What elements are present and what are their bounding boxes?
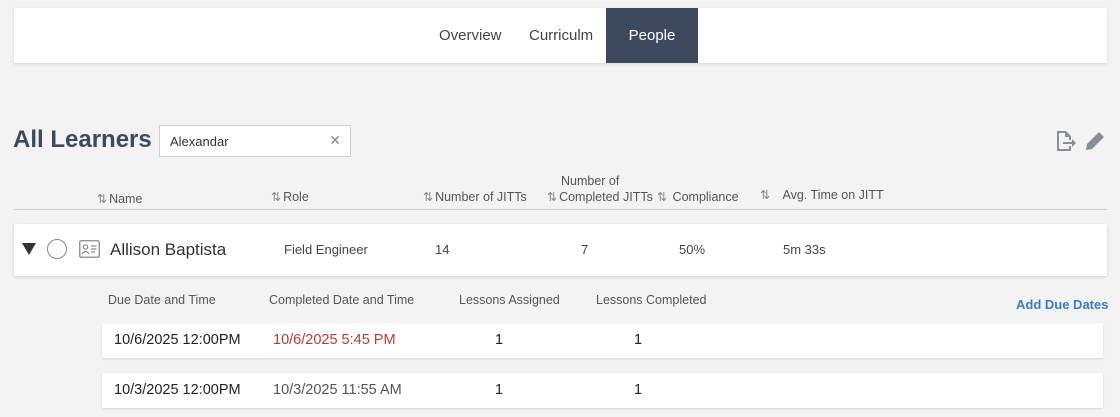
learner-name[interactable]: Allison Baptista [110, 224, 226, 276]
lessons-completed-value: 1 [634, 332, 643, 348]
learner-jitts: 14 [435, 242, 450, 257]
col-completed-header[interactable]: ⇅ Completed JITTs [547, 190, 653, 205]
col-jitts-header[interactable]: ⇅ Number of JITTs [423, 190, 527, 205]
add-due-dates-link[interactable]: Add Due Dates [1016, 297, 1108, 312]
id-card-icon[interactable] [79, 240, 100, 258]
search-box: ✕ [159, 125, 351, 157]
lessons-assigned-value: 1 [495, 382, 504, 398]
col-role-header[interactable]: ⇅ Role [271, 190, 309, 205]
sort-icon: ⇅ [271, 190, 282, 204]
lessons-completed-value: 1 [634, 382, 643, 398]
tab-curriculm[interactable]: Curriculm [529, 8, 593, 63]
col-compliance-header[interactable]: ⇅ Compliance [657, 190, 739, 205]
tab-overview[interactable]: Overview [439, 8, 502, 63]
due-date-header: Due Date and Time [108, 293, 216, 307]
export-icon[interactable] [1054, 130, 1076, 152]
learner-role: Field Engineer [284, 242, 368, 257]
sort-icon: ⇅ [547, 190, 558, 204]
learner-row[interactable]: Allison Baptista Field Engineer 14 7 50%… [14, 224, 1107, 276]
completed-date-header: Completed Date and Time [269, 293, 415, 307]
sort-icon: ⇅ [760, 188, 771, 202]
tab-people[interactable]: People [606, 8, 698, 63]
search-input[interactable] [170, 132, 320, 150]
completed-date-value: 10/3/2025 11:55 AM [273, 382, 402, 398]
col-completed-header-line1: Number of [561, 174, 620, 188]
clear-icon[interactable]: ✕ [329, 132, 341, 149]
learner-completed: 7 [581, 242, 589, 257]
col-avg-time-header[interactable]: ⇅ Avg. Time on JITT [760, 188, 884, 203]
collapse-triangle-icon[interactable] [22, 243, 36, 255]
learner-compliance: 50% [679, 242, 706, 257]
completed-date-value: 10/6/2025 5:45 PM [273, 332, 396, 348]
page-title: All Learners [13, 126, 152, 153]
due-date-value: 10/6/2025 12:00PM [114, 332, 241, 348]
due-date-row: 10/3/2025 12:00PM 10/3/2025 11:55 AM 1 1 [102, 373, 1103, 408]
col-name-header[interactable]: ⇅ Name [97, 192, 142, 207]
due-date-row: 10/6/2025 12:00PM 10/6/2025 5:45 PM 1 1 [102, 323, 1103, 358]
lessons-assigned-value: 1 [495, 332, 504, 348]
top-nav: Overview Curriculm People [14, 8, 1107, 63]
learner-avg-time: 5m 33s [783, 242, 826, 257]
pencil-icon[interactable] [1084, 130, 1106, 152]
sort-icon: ⇅ [423, 190, 434, 204]
due-date-value: 10/3/2025 12:00PM [114, 382, 241, 398]
sort-icon: ⇅ [97, 192, 108, 206]
lessons-assigned-header: Lessons Assigned [459, 293, 560, 307]
lessons-completed-header: Lessons Completed [596, 293, 707, 307]
select-radio[interactable] [47, 239, 67, 259]
sort-icon: ⇅ [657, 190, 668, 204]
header-divider [14, 209, 1107, 210]
